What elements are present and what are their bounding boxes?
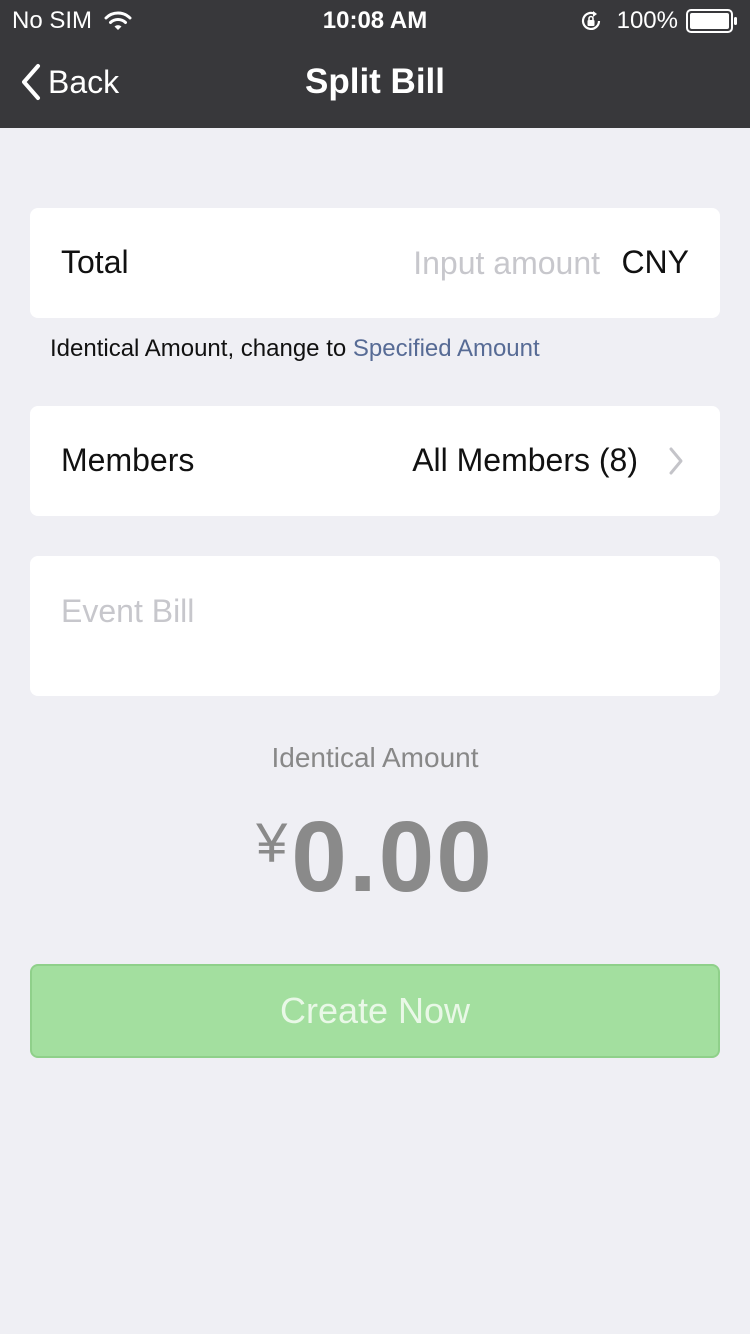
currency-label: CNY bbox=[621, 244, 689, 280]
navigation-bar: Back Split Bill bbox=[0, 40, 750, 128]
summary-amount: ¥0.00 bbox=[0, 800, 750, 915]
top-bar: No SIM 10:08 AM 100% Back Split Bill bbox=[0, 0, 750, 128]
members-label: Members bbox=[61, 442, 195, 478]
status-right: 100% bbox=[579, 7, 738, 35]
event-card bbox=[30, 556, 720, 696]
split-mode-text: Identical Amount, change to bbox=[50, 335, 353, 362]
summary-label: Identical Amount bbox=[271, 742, 479, 773]
total-label: Total bbox=[61, 244, 129, 280]
currency-symbol: ¥ bbox=[256, 811, 288, 874]
page-title: Split Bill bbox=[305, 62, 445, 101]
rotation-lock-icon bbox=[579, 9, 603, 33]
members-row[interactable]: Members All Members (8) bbox=[30, 406, 720, 516]
summary-value: 0.00 bbox=[291, 801, 494, 913]
battery-percent: 100% bbox=[616, 7, 678, 34]
split-mode-line: Identical Amount, change to Specified Am… bbox=[50, 335, 540, 363]
event-bill-input[interactable] bbox=[61, 586, 691, 636]
status-bar: No SIM 10:08 AM 100% bbox=[0, 0, 750, 40]
amount-input[interactable] bbox=[300, 238, 600, 288]
members-value: All Members (8) bbox=[412, 442, 638, 478]
specified-amount-link[interactable]: Specified Amount bbox=[353, 335, 540, 362]
create-now-button[interactable]: Create Now bbox=[30, 964, 720, 1058]
chevron-right-icon bbox=[669, 447, 683, 475]
total-card: Total CNY bbox=[30, 208, 720, 318]
battery-icon bbox=[686, 9, 738, 33]
